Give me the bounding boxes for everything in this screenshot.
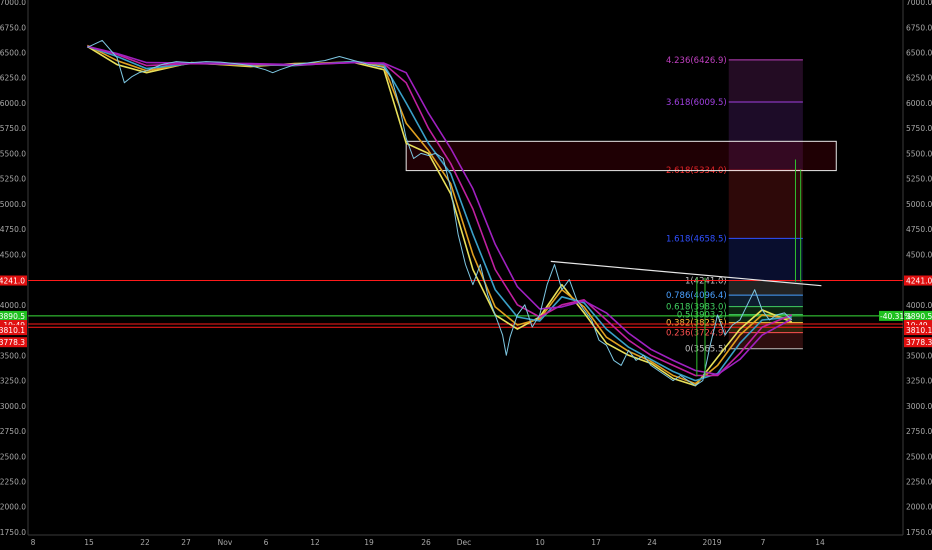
x-tick-label: 27 xyxy=(181,538,191,547)
right-y-tick-label: 1750.0 xyxy=(906,528,932,537)
right-y-tick-label: 6750.0 xyxy=(906,23,932,32)
left-axis-price-tag: 3890.5 xyxy=(0,312,25,321)
x-tick-label: 12 xyxy=(310,538,320,547)
fib-band xyxy=(728,170,803,239)
x-tick-label: 7 xyxy=(761,538,766,547)
left-y-tick-label: 3000.0 xyxy=(0,402,26,411)
right-y-tick-label: 5500.0 xyxy=(906,149,932,158)
right-axis-price-tag: 3778.3 xyxy=(906,338,932,347)
left-y-tick-label: 2250.0 xyxy=(0,478,26,487)
x-tick-label: 2019 xyxy=(702,538,721,547)
x-tick-label: Dec xyxy=(457,538,472,547)
right-y-tick-label: 2500.0 xyxy=(906,452,932,461)
right-y-tick-label: 4750.0 xyxy=(906,225,932,234)
left-y-tick-label: 4000.0 xyxy=(0,301,26,310)
left-y-tick-label: 2750.0 xyxy=(0,427,26,436)
x-tick-label: 22 xyxy=(140,538,150,547)
right-y-tick-label: 5250.0 xyxy=(906,175,932,184)
x-tick-label: 8 xyxy=(31,538,36,547)
left-y-tick-label: 4500.0 xyxy=(0,250,26,259)
right-y-tick-label: 3000.0 xyxy=(906,402,932,411)
right-y-tick-label: 5000.0 xyxy=(906,200,932,209)
left-axis-price-tag: 4241.0 xyxy=(0,277,25,286)
fib-band xyxy=(728,295,803,307)
percent-change-tag: -40.31% xyxy=(880,312,911,321)
right-axis-price-tag: 4241.0 xyxy=(906,277,932,286)
left-y-tick-label: 6000.0 xyxy=(0,99,26,108)
right-y-tick-label: 2250.0 xyxy=(906,478,932,487)
x-tick-label: 24 xyxy=(647,538,657,547)
right-y-tick-label: 5750.0 xyxy=(906,124,932,133)
fib-level-label: 1(4241.0) xyxy=(685,277,727,287)
x-tick-label: 19 xyxy=(364,538,374,547)
right-y-tick-label: 4000.0 xyxy=(906,301,932,310)
x-tick-label: Nov xyxy=(218,538,233,547)
right-y-tick-label: 6500.0 xyxy=(906,48,932,57)
left-y-tick-label: 2000.0 xyxy=(0,503,26,512)
right-y-tick-label: 7000.0 xyxy=(906,0,932,7)
price-chart[interactable]: 7000.0 7000.06750.0 6750.06500.0 6500.06250… xyxy=(0,0,932,550)
left-y-tick-label: 6750.0 xyxy=(0,23,26,32)
right-y-tick-label: 2750.0 xyxy=(906,427,932,436)
x-tick-label: 10 xyxy=(535,538,545,547)
left-y-tick-label: 5250.0 xyxy=(0,175,26,184)
left-y-tick-label: 7000.0 xyxy=(0,0,26,7)
right-y-tick-label: 3500.0 xyxy=(906,351,932,360)
x-tick-label: 26 xyxy=(421,538,431,547)
left-y-tick-label: 5750.0 xyxy=(0,124,26,133)
x-tick-label: 17 xyxy=(591,538,601,547)
right-y-tick-label: 6000.0 xyxy=(906,99,932,108)
right-y-tick-label: 3250.0 xyxy=(906,377,932,386)
left-y-tick-label: 3500.0 xyxy=(0,351,26,360)
right-y-tick-label: 2000.0 xyxy=(906,503,932,512)
left-y-tick-label: 1750.0 xyxy=(0,528,26,537)
left-y-tick-label: 6250.0 xyxy=(0,74,26,83)
left-y-tick-label: 6500.0 xyxy=(0,48,26,57)
left-y-tick-label: 5000.0 xyxy=(0,200,26,209)
right-y-tick-label: 4500.0 xyxy=(906,250,932,259)
left-y-tick-label: 3250.0 xyxy=(0,377,26,386)
fib-level-label: 1.618(4658.5) xyxy=(666,234,727,244)
fib-band xyxy=(728,59,803,103)
fib-band xyxy=(728,238,803,281)
right-axis-price-tag: 3810.1 xyxy=(906,326,932,335)
left-y-tick-label: 5500.0 xyxy=(0,149,26,158)
right-y-tick-label: 6250.0 xyxy=(906,74,932,83)
left-axis-price-tag: 3810.1 xyxy=(0,326,25,335)
x-tick-label: 14 xyxy=(815,538,825,547)
left-axis-price-tag: 3778.3 xyxy=(0,338,25,347)
left-y-tick-label: 4750.0 xyxy=(0,225,26,234)
left-y-tick-label: 2500.0 xyxy=(0,452,26,461)
fib-level-label: 3.618(6009.5) xyxy=(666,98,727,108)
x-tick-label: 15 xyxy=(84,538,94,547)
x-tick-label: 6 xyxy=(264,538,269,547)
resistance-zone-box[interactable] xyxy=(405,140,837,172)
fib-level-label: 4.236(6426.9) xyxy=(666,56,727,66)
